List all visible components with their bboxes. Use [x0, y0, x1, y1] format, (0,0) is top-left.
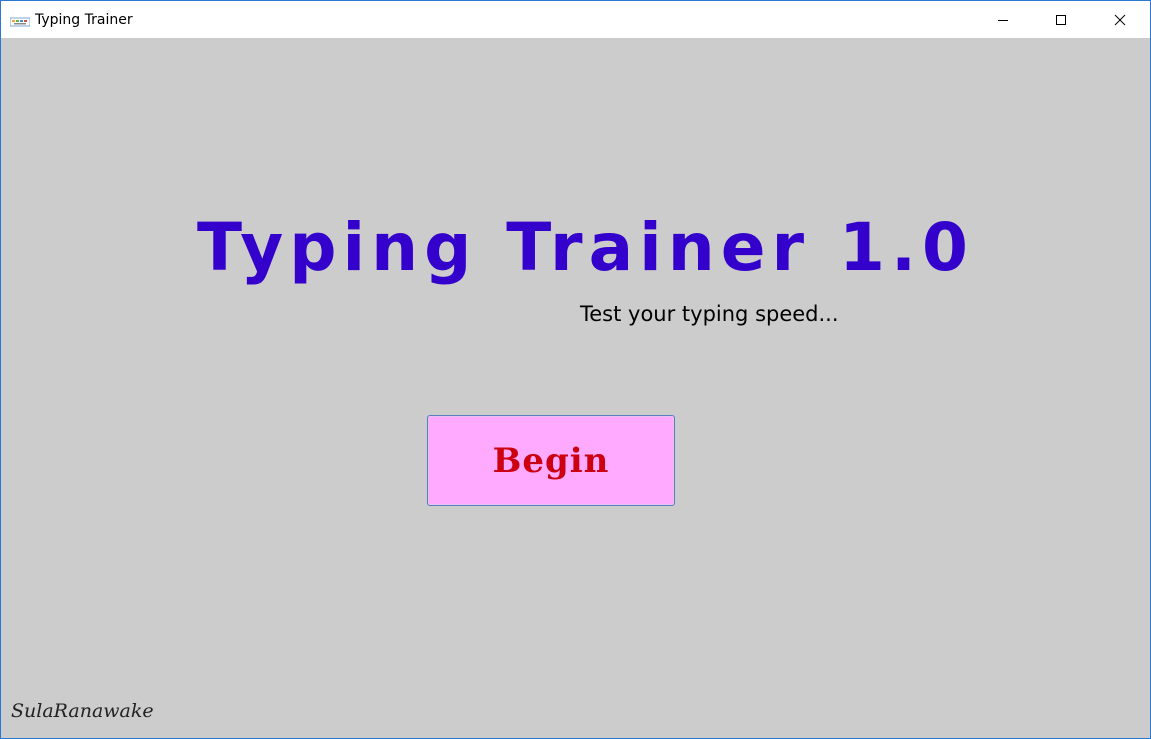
close-icon [1114, 14, 1126, 25]
app-title-heading: Typing Trainer 1.0 [197, 209, 974, 286]
minimize-button[interactable] [974, 1, 1032, 38]
window-title: Typing Trainer [35, 12, 133, 28]
author-signature: SulaRanawake [11, 700, 154, 722]
title-bar[interactable]: Typing Trainer [1, 1, 1150, 38]
app-window: Typing Trainer Typing Trainer 1.0 Test y… [0, 0, 1151, 739]
begin-button[interactable]: Begin [427, 415, 675, 506]
subtitle-text: Test your typing speed... [580, 302, 839, 326]
main-panel: Typing Trainer 1.0 Test your typing spee… [1, 38, 1150, 738]
minimize-icon [998, 19, 1008, 21]
maximize-button[interactable] [1032, 1, 1090, 38]
begin-button-label: Begin [492, 440, 610, 481]
app-icon [9, 14, 31, 27]
close-button[interactable] [1091, 1, 1149, 38]
maximize-icon [1056, 14, 1066, 25]
